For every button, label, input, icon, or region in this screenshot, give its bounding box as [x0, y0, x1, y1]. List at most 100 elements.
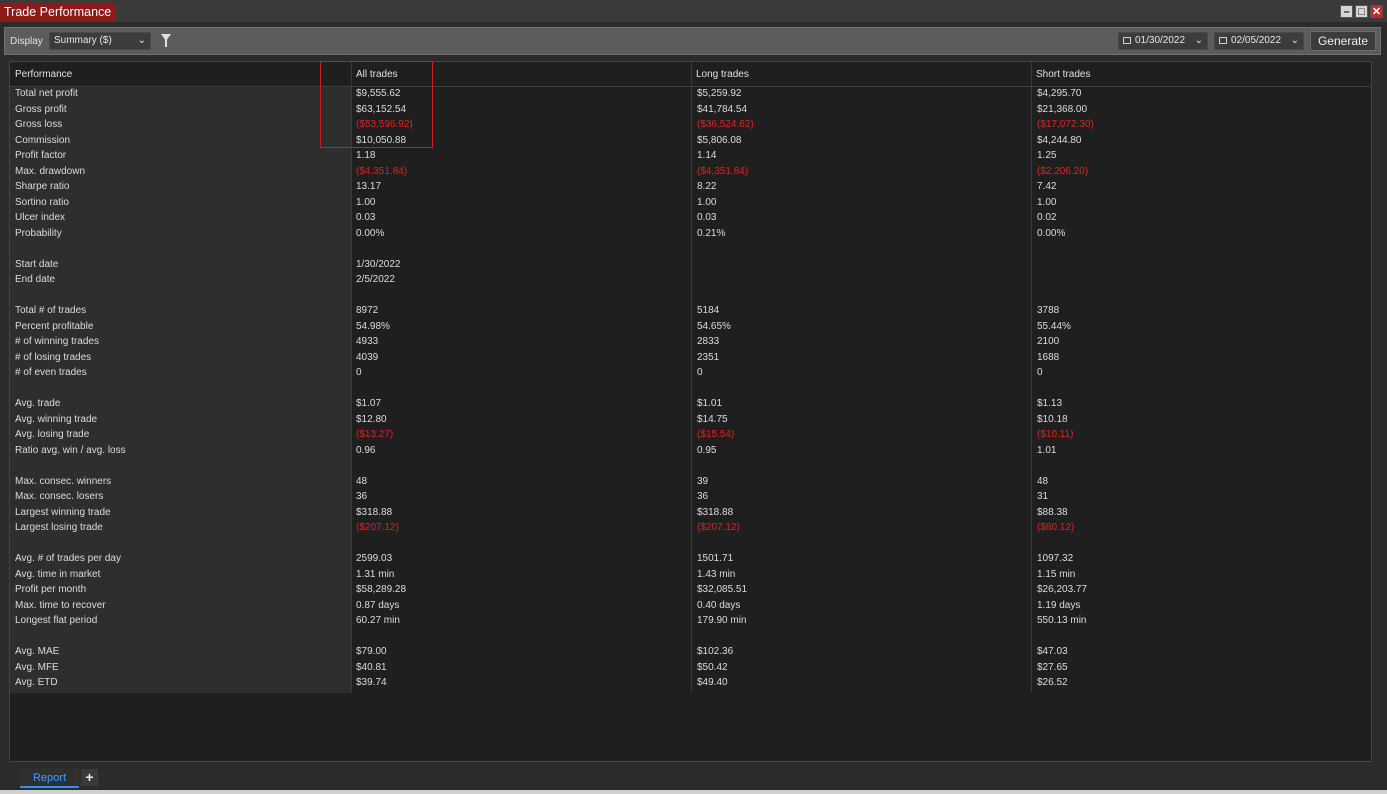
- metric-value-all: 8972: [356, 305, 379, 316]
- table-row[interactable]: [10, 631, 1371, 647]
- metric-value-all: 60.27 min: [356, 615, 400, 626]
- metric-value-long: ($15.54): [697, 429, 735, 440]
- tab-report[interactable]: Report: [20, 768, 79, 788]
- window-footer-strip: [0, 790, 1387, 794]
- metric-label: Probability: [15, 227, 62, 239]
- metric-label: Avg. trade: [15, 398, 61, 409]
- metric-value-short: $47.03: [1037, 646, 1068, 657]
- table-row[interactable]: Percent profitable 54.98% 54.65% 55.44%: [10, 321, 1371, 337]
- metric-label: Ratio avg. win / avg. loss: [15, 444, 126, 456]
- metric-value-long: ($36,524.62): [697, 119, 754, 130]
- metric-value-long: 0.03: [697, 212, 717, 223]
- header-performance[interactable]: Performance: [15, 69, 72, 80]
- table-row[interactable]: Max. consec. losers 36 36 31: [10, 491, 1371, 507]
- metric-value-long: 179.90 min: [697, 615, 747, 626]
- table-row[interactable]: Avg. losing trade ($13.27) ($15.54) ($10.11…: [10, 429, 1371, 445]
- table-row[interactable]: Sortino ratio 1.00 1.00 1.00: [10, 197, 1371, 213]
- metric-value-all: 1.00: [356, 196, 376, 208]
- table-row[interactable]: [10, 290, 1371, 306]
- table-row[interactable]: Max. time to recover 0.87 days 0.40 days 1.…: [10, 600, 1371, 616]
- display-select[interactable]: Summary ($) ⌄: [49, 32, 151, 50]
- metric-value-long: $318.88: [697, 506, 734, 518]
- metric-value-long: ($4,351.84): [697, 165, 749, 177]
- table-row[interactable]: [10, 243, 1371, 259]
- selection-highlight-box: [320, 61, 433, 148]
- generate-button[interactable]: Generate: [1310, 31, 1376, 51]
- table-row[interactable]: Longest flat period 60.27 min 179.90 min 55…: [10, 615, 1371, 631]
- table-row[interactable]: Avg. # of trades per day 2599.03 1501.71 10…: [10, 553, 1371, 569]
- table-row[interactable]: Ulcer index 0.03 0.03 0.02: [10, 212, 1371, 228]
- table-row[interactable]: # of winning trades 4933 2833 2100: [10, 336, 1371, 352]
- table-row[interactable]: Commission $10,050.88 $5,806.08 $4,244.80: [10, 135, 1371, 151]
- add-tab-button[interactable]: +: [81, 769, 98, 786]
- metric-value-short: 550.13 min: [1037, 615, 1087, 626]
- metric-label: # of losing trades: [15, 351, 92, 363]
- metric-value-short: $88.38: [1037, 506, 1068, 518]
- calendar-icon: [1219, 36, 1227, 44]
- metric-value-short: $10.18: [1037, 413, 1068, 425]
- table-row[interactable]: Max. drawdown ($4,351.84) ($4,351.84) ($2,2…: [10, 166, 1371, 182]
- table-row[interactable]: [10, 383, 1371, 399]
- table-row[interactable]: Largest losing trade ($207.12) ($207.12) ($…: [10, 522, 1371, 538]
- metric-value-all: 54.98%: [356, 320, 390, 332]
- table-row[interactable]: Ratio avg. win / avg. loss 0.96 0.95 1.01: [10, 445, 1371, 461]
- metric-value-long: 0.40 days: [697, 599, 741, 611]
- table-row[interactable]: [10, 460, 1371, 476]
- metric-value-long: 1.14: [697, 150, 717, 161]
- metric-value-long: 5184: [697, 305, 720, 316]
- metric-value-all: ($4,351.84): [356, 165, 408, 177]
- table-row[interactable]: Avg. winning trade $12.80 $14.75 $10.18: [10, 414, 1371, 430]
- metric-label: Avg. winning trade: [15, 413, 98, 425]
- metric-value-long: 36: [697, 491, 709, 502]
- metric-value-short: 7.42: [1037, 181, 1057, 192]
- metric-value-short: $4,295.70: [1037, 88, 1082, 99]
- metric-value-long: $5,259.92: [697, 88, 742, 99]
- start-date-picker[interactable]: 01/30/2022 ⌄: [1118, 32, 1208, 50]
- table-row[interactable]: Max. consec. winners 48 39 48: [10, 476, 1371, 492]
- window-titlebar[interactable]: Trade Performance – □ ✕: [0, 3, 1387, 22]
- table-row[interactable]: Total net profit $9,555.62 $5,259.92 $4,295…: [10, 88, 1371, 104]
- filter-icon[interactable]: [161, 34, 171, 47]
- table-row[interactable]: Largest winning trade $318.88 $318.88 $88.3…: [10, 507, 1371, 523]
- table-row[interactable]: Avg. ETD $39.74 $49.40 $26.52: [10, 677, 1371, 693]
- table-row[interactable]: Gross profit $63,152.54 $41,784.54 $21,368.…: [10, 104, 1371, 120]
- metric-value-all: 13.17: [356, 181, 382, 192]
- metric-value-short: $26.52: [1037, 677, 1068, 688]
- table-row[interactable]: Sharpe ratio 13.17 8.22 7.42: [10, 181, 1371, 197]
- table-row[interactable]: Total # of trades 8972 5184 3788: [10, 305, 1371, 321]
- table-row[interactable]: # of losing trades 4039 2351 1688: [10, 352, 1371, 368]
- minimize-icon[interactable]: –: [1340, 5, 1353, 18]
- table-row[interactable]: Probability 0.00% 0.21% 0.00%: [10, 228, 1371, 244]
- header-long-trades[interactable]: Long trades: [696, 69, 749, 80]
- table-row[interactable]: # of even trades 0 0 0: [10, 367, 1371, 383]
- table-row[interactable]: Avg. MAE $79.00 $102.36 $47.03: [10, 646, 1371, 662]
- metric-label: Max. consec. losers: [15, 491, 104, 502]
- end-date-picker[interactable]: 02/05/2022 ⌄: [1214, 32, 1304, 50]
- metric-value-short: 0: [1037, 367, 1043, 378]
- chevron-down-icon: ⌄: [137, 35, 146, 46]
- table-row[interactable]: Start date 1/30/2022: [10, 259, 1371, 275]
- close-icon[interactable]: ✕: [1370, 5, 1383, 18]
- table-row[interactable]: Gross loss ($53,596.92) ($36,524.62) ($17,0…: [10, 119, 1371, 135]
- metric-value-all: $1.07: [356, 398, 382, 409]
- table-row[interactable]: Profit factor 1.18 1.14 1.25: [10, 150, 1371, 166]
- metric-value-long: $5,806.08: [697, 134, 742, 146]
- table-row[interactable]: End date 2/5/2022: [10, 274, 1371, 290]
- table-row[interactable]: Avg. trade $1.07 $1.01 $1.13: [10, 398, 1371, 414]
- metric-label: Avg. losing trade: [15, 429, 90, 440]
- table-row[interactable]: Avg. MFE $40.81 $50.42 $27.65: [10, 662, 1371, 678]
- metric-value-short: ($2,206.20): [1037, 165, 1089, 177]
- metric-value-all: 0.00%: [356, 227, 385, 239]
- metric-label: Gross profit: [15, 103, 67, 115]
- maximize-icon[interactable]: □: [1355, 5, 1368, 18]
- metric-value-all: $40.81: [356, 661, 387, 673]
- header-short-trades[interactable]: Short trades: [1036, 69, 1090, 80]
- table-row[interactable]: Profit per month $58,289.28 $32,085.51 $26,…: [10, 584, 1371, 600]
- metric-value-short: 3788: [1037, 305, 1060, 316]
- metric-value-all: 1.18: [356, 150, 376, 161]
- table-row[interactable]: [10, 538, 1371, 554]
- metric-value-long: $32,085.51: [697, 584, 748, 595]
- table-row[interactable]: Avg. time in market 1.31 min 1.43 min 1.15 …: [10, 569, 1371, 585]
- metric-value-all: $39.74: [356, 677, 387, 688]
- metric-label: Profit factor: [15, 150, 67, 161]
